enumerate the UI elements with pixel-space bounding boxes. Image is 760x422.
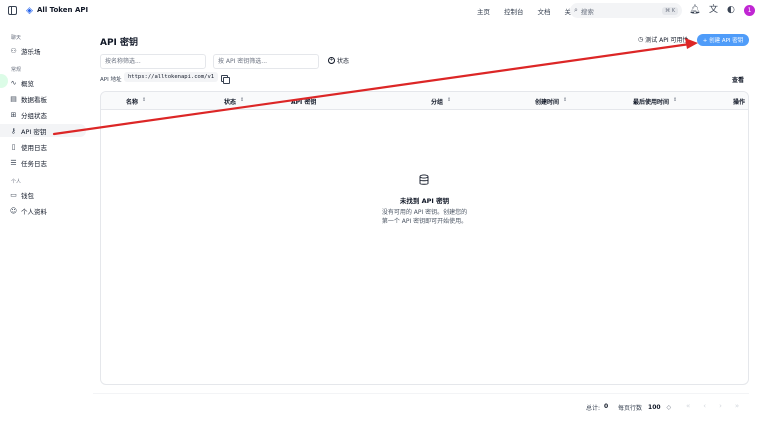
sidebar-item-api-keys[interactable]: ⚷ API 密钥 xyxy=(0,124,86,137)
translate-icon[interactable]: 文 xyxy=(709,5,718,15)
sidebar-item-dashboard[interactable]: ▤ 数据看板 xyxy=(0,92,86,105)
create-api-key-button[interactable]: + 创建 API 密钥 xyxy=(697,34,749,46)
sidebar-section-personal: 个人 xyxy=(11,179,22,185)
grid-icon: ⊞ xyxy=(10,110,17,119)
sidebar-item-usage-logs[interactable]: ▯ 使用日志 xyxy=(0,140,86,153)
theme-icon[interactable]: ◐ xyxy=(727,5,735,15)
sort-icon: ⇕ xyxy=(447,97,452,103)
key-filter-input[interactable]: 按 API 密钥筛选... xyxy=(213,54,319,69)
view-button[interactable]: 查看 xyxy=(732,75,744,84)
sort-icon: ⇕ xyxy=(142,97,147,103)
pagination-controls: « ‹ › » xyxy=(686,402,739,410)
nav-home[interactable]: 主页 xyxy=(477,6,490,16)
column-name[interactable]: 名称 ⇕ xyxy=(126,97,146,106)
pagination-footer: 总计: 0 每页行数 100 ◇ « ‹ › » xyxy=(93,393,749,419)
sidebar-item-group-status[interactable]: ⊞ 分组状态 xyxy=(0,108,86,121)
next-page-icon[interactable]: › xyxy=(719,402,722,410)
empty-state-title: 未找到 API 密钥 xyxy=(399,197,450,205)
database-icon xyxy=(419,174,429,185)
sidebar-item-wallet[interactable]: ▭ 钱包 xyxy=(0,188,86,201)
sidebar-section-general: 常规 xyxy=(11,67,22,73)
wallet-icon: ▭ xyxy=(10,190,17,199)
column-group[interactable]: 分组 ⇕ xyxy=(431,97,451,106)
last-page-icon[interactable]: » xyxy=(735,402,739,410)
first-page-icon[interactable]: « xyxy=(686,402,690,410)
nav-console[interactable]: 控制台 xyxy=(504,6,524,16)
top-nav: 主页 控制台 文档 关于 xyxy=(477,6,578,16)
empty-state-description: 没有可用的 API 密钥。创建您的 第一个 API 密钥即可开始使用。 xyxy=(381,209,468,225)
app-title: All Token API xyxy=(37,6,89,14)
search-input[interactable]: ⌕ 搜索 ⌘ K xyxy=(570,3,682,18)
top-bar: ◈ All Token API 主页 控制台 文档 关于 ⌕ 搜索 ⌘ K 🔔︎… xyxy=(0,0,760,22)
api-address-value: https://alltokenapi.com/v1 xyxy=(124,72,219,82)
activity-icon: ∿ xyxy=(10,78,17,87)
file-icon: ▯ xyxy=(11,142,16,151)
logo-icon: ◈ xyxy=(26,6,33,16)
bell-icon[interactable]: 🔔︎ xyxy=(689,5,700,15)
column-created[interactable]: 创建时间 ⇕ xyxy=(535,97,567,106)
search-icon: ⌕ xyxy=(574,6,578,14)
shortcut-badge: ⌘ K xyxy=(662,6,678,15)
user-icon: ☺ xyxy=(9,206,18,215)
rows-per-page[interactable]: 每页行数 100 ◇ xyxy=(618,403,671,412)
chevron-updown-icon: ◇ xyxy=(666,404,672,411)
sidebar-item-playground[interactable]: ⚇ 游乐场 xyxy=(0,44,86,57)
copy-icon[interactable] xyxy=(221,75,230,84)
list-icon: ☰ xyxy=(10,158,17,167)
shapes-icon: ⚇ xyxy=(10,46,17,55)
clock-icon: ◷ xyxy=(638,36,644,43)
sidebar-item-task-logs[interactable]: ☰ 任务日志 xyxy=(0,156,86,169)
sort-icon: ⇕ xyxy=(240,97,245,103)
table-header: 名称 ⇕ 状态 ⇕ API 密钥 分组 ⇕ 创建时间 ⇕ 最后使用时间 ⇕ 操作 xyxy=(101,92,748,110)
test-api-button[interactable]: ◷ 测试 API 可用性 xyxy=(638,35,689,44)
dashboard-icon: ▤ xyxy=(10,94,17,103)
api-keys-table: 名称 ⇕ 状态 ⇕ API 密钥 分组 ⇕ 创建时间 ⇕ 最后使用时间 ⇕ 操作 未找到 … xyxy=(100,91,749,385)
column-status[interactable]: 状态 ⇕ xyxy=(224,97,244,106)
name-filter-input[interactable]: 按名称筛选... xyxy=(100,54,206,69)
sidebar-section-chat: 聊天 xyxy=(11,35,22,41)
sidebar-item-profile[interactable]: ☺ 个人资料 xyxy=(0,204,86,217)
rows-per-page-select[interactable]: 100 xyxy=(648,404,661,411)
column-last-used[interactable]: 最后使用时间 ⇕ xyxy=(633,97,677,106)
key-icon: ⚷ xyxy=(10,126,17,135)
sort-icon: ⇕ xyxy=(563,97,568,103)
total-count: 总计: 0 xyxy=(586,403,609,412)
sidebar-toggle-icon[interactable] xyxy=(8,6,17,15)
nav-docs[interactable]: 文档 xyxy=(538,6,551,16)
sort-icon: ⇕ xyxy=(673,97,678,103)
api-address-label: API 地址 xyxy=(100,77,122,83)
column-actions: 操作 xyxy=(733,99,746,106)
column-api-key: API 密钥 xyxy=(291,99,317,106)
plus-circle-icon: + xyxy=(328,57,335,64)
status-filter-button[interactable]: + 状态 xyxy=(328,56,349,65)
prev-page-icon[interactable]: ‹ xyxy=(703,402,706,410)
avatar[interactable]: 1 xyxy=(744,5,755,16)
page-title: API 密钥 xyxy=(100,38,139,48)
sidebar-item-overview[interactable]: ∿ 概览 xyxy=(0,76,86,89)
